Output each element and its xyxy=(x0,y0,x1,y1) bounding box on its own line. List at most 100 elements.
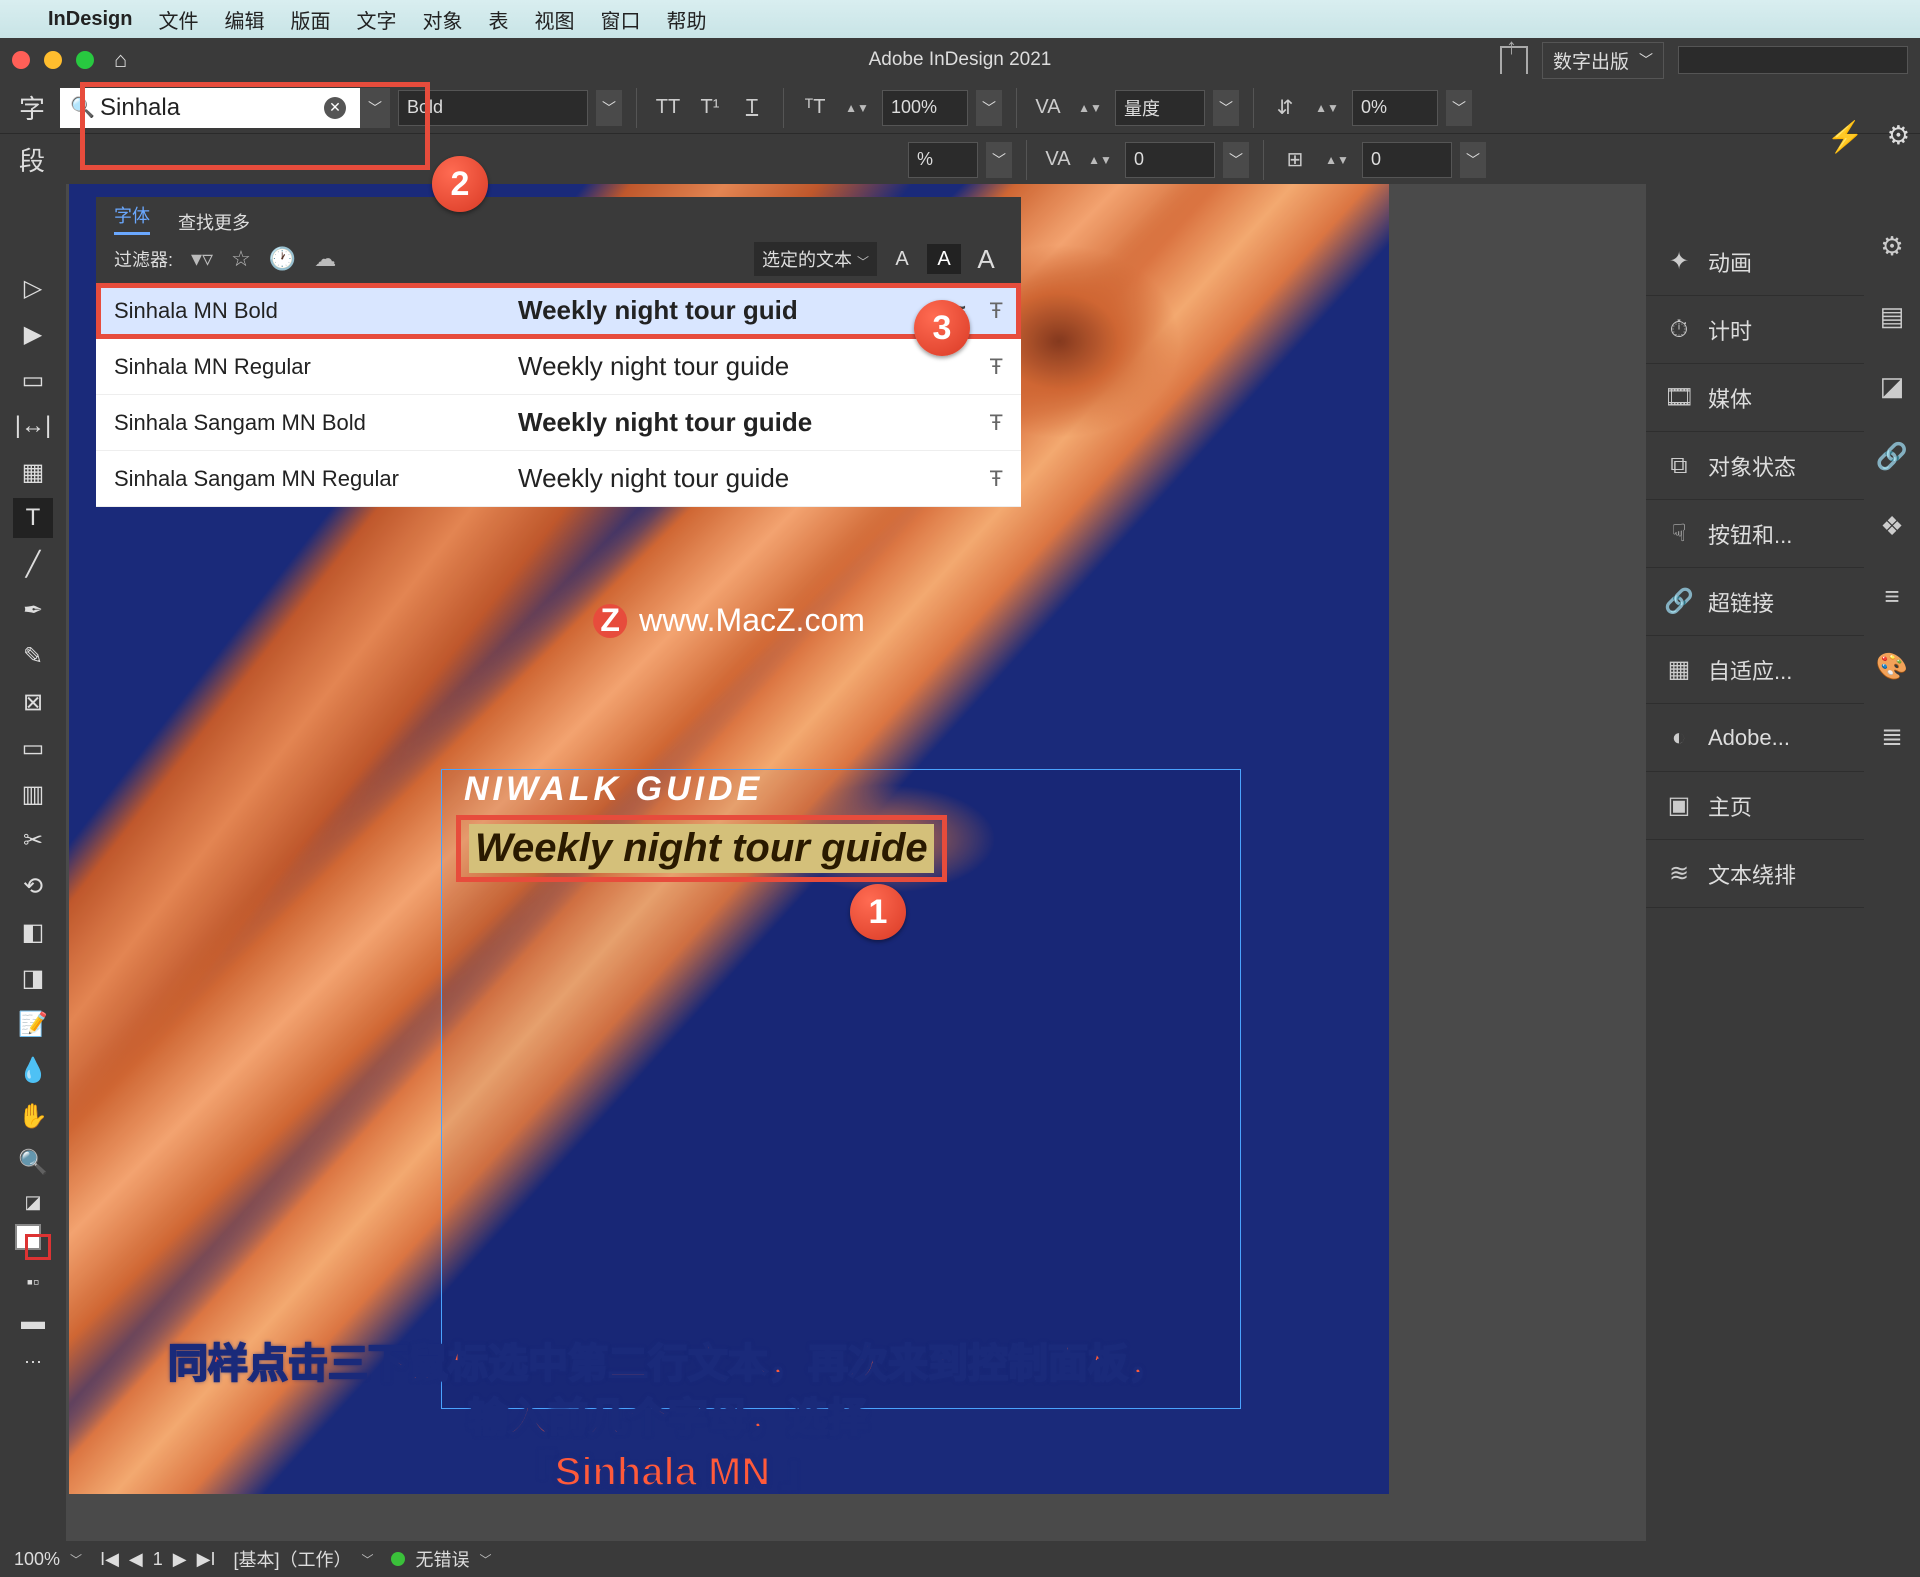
eyedropper-tool[interactable]: 💧 xyxy=(13,1050,53,1090)
menu-window[interactable]: 窗口 xyxy=(600,5,640,34)
font-result-item[interactable]: Sinhala Sangam MN Regular Weekly night t… xyxy=(96,451,1021,507)
settings-icon[interactable]: ⚙ xyxy=(1887,120,1910,151)
font-result-item[interactable]: Sinhala Sangam MN Bold Weekly night tour… xyxy=(96,395,1021,451)
stepper-icon[interactable]: ▲▼ xyxy=(1310,91,1344,125)
font-result-item[interactable]: Sinhala MN Bold Weekly night tour guid ≈… xyxy=(96,283,1021,339)
hand-tool[interactable]: ✋ xyxy=(13,1096,53,1136)
fill-stroke-swap[interactable]: ◪ xyxy=(13,1188,53,1216)
screen-mode[interactable]: ▬ xyxy=(13,1302,53,1342)
app-name[interactable]: InDesign xyxy=(48,8,132,31)
panel-media[interactable]: 🎞媒体 xyxy=(1646,364,1864,432)
line-tool[interactable]: ╱ xyxy=(13,544,53,584)
pen-tool[interactable]: ✒ xyxy=(13,590,53,630)
font-family-field[interactable]: 🔍 ✕ ﹀ xyxy=(60,88,390,128)
tracking-input[interactable] xyxy=(1125,142,1215,178)
panel-buttons[interactable]: ☟按钮和... xyxy=(1646,500,1864,568)
mini-swatches-icon[interactable]: ◪ xyxy=(1874,368,1910,404)
font-result-item[interactable]: Sinhala MN Regular Weekly night tour gui… xyxy=(96,339,1021,395)
recent-icon[interactable]: 🕐 xyxy=(269,246,296,272)
fontsize-input[interactable] xyxy=(882,90,968,126)
mini-stroke-icon[interactable]: ≡ xyxy=(1874,578,1910,614)
stepper-icon[interactable]: ▲▼ xyxy=(1320,143,1354,177)
scissors-tool[interactable]: ✂ xyxy=(13,820,53,860)
menu-help[interactable]: 帮助 xyxy=(666,5,706,34)
menu-file[interactable]: 文件 xyxy=(158,5,198,34)
baseline-input[interactable] xyxy=(1352,90,1438,126)
tab-find-more[interactable]: 查找更多 xyxy=(178,209,250,235)
underline-icon[interactable]: T xyxy=(735,91,769,125)
panel-animation[interactable]: ✦动画 xyxy=(1646,228,1864,296)
sample-size-large[interactable]: A xyxy=(969,244,1003,274)
frame-subtitle[interactable]: Weekly night tour guide xyxy=(469,824,934,873)
fontsize-chevron[interactable]: ﹀ xyxy=(976,90,1002,126)
preflight-status[interactable]: 无错误 ﹀ xyxy=(391,1546,491,1572)
mini-links-icon[interactable]: 🔗 xyxy=(1874,438,1910,474)
allcaps-icon[interactable]: TT xyxy=(651,91,685,125)
polygon-tool[interactable]: ▥ xyxy=(13,774,53,814)
panel-hyperlinks[interactable]: 🔗超链接 xyxy=(1646,568,1864,636)
kerning-input[interactable] xyxy=(1115,90,1205,126)
window-traffic-lights[interactable] xyxy=(12,51,94,69)
type-tool[interactable]: T xyxy=(13,498,53,538)
font-dropdown-chevron[interactable]: ﹀ xyxy=(360,88,390,128)
stepper-icon[interactable]: ▲▼ xyxy=(1073,91,1107,125)
gap-tool[interactable]: |↔| xyxy=(13,406,53,446)
note-tool[interactable]: 📝 xyxy=(13,1004,53,1044)
menu-layout[interactable]: 版面 xyxy=(290,5,330,34)
page-number[interactable]: 1 xyxy=(153,1549,163,1570)
frame-title[interactable]: NIWALK GUIDE xyxy=(442,770,1240,809)
character-tab[interactable]: 字 xyxy=(12,88,52,128)
superscript-icon[interactable]: T¹ xyxy=(693,91,727,125)
page-nav[interactable]: I◀ ◀ 1 ▶ ▶I xyxy=(100,1549,215,1570)
page-tool[interactable]: ▭ xyxy=(13,360,53,400)
direct-selection-tool[interactable]: ▶ xyxy=(13,314,53,354)
toolbox-more[interactable]: ⋯ xyxy=(13,1348,53,1376)
cloud-sync-icon[interactable]: ☁ xyxy=(314,246,336,272)
menu-edit[interactable]: 编辑 xyxy=(224,5,264,34)
share-icon[interactable] xyxy=(1500,46,1528,74)
close-icon[interactable] xyxy=(12,51,30,69)
paragraph-tab[interactable]: 段 xyxy=(12,140,52,180)
mac-menubar[interactable]: InDesign 文件 编辑 版面 文字 对象 表 视图 窗口 帮助 xyxy=(0,0,1920,38)
workspace-switcher[interactable]: 数字出版 ﹀ xyxy=(1542,42,1664,79)
rectangle-frame-tool[interactable]: ⊠ xyxy=(13,682,53,722)
stepper-icon[interactable]: ▲▼ xyxy=(1083,143,1117,177)
menu-object[interactable]: 对象 xyxy=(422,5,462,34)
pencil-tool[interactable]: ✎ xyxy=(13,636,53,676)
zoom-icon[interactable] xyxy=(76,51,94,69)
font-style-chevron[interactable]: ﹀ xyxy=(596,90,622,126)
kerning-chevron[interactable]: ﹀ xyxy=(1213,90,1239,126)
mini-color-icon[interactable]: 🎨 xyxy=(1874,648,1910,684)
funnel-icon[interactable]: ▾▿ xyxy=(191,246,213,272)
scale-input[interactable] xyxy=(908,142,978,178)
rectangle-tool[interactable]: ▭ xyxy=(13,728,53,768)
last-page-icon[interactable]: ▶I xyxy=(197,1549,216,1570)
baseline-chevron[interactable]: ﹀ xyxy=(1446,90,1472,126)
gpu-icon[interactable]: ⚡ xyxy=(1827,120,1864,155)
minimize-icon[interactable] xyxy=(44,51,62,69)
font-family-input[interactable] xyxy=(60,88,360,128)
panel-timing[interactable]: ⏱计时 xyxy=(1646,296,1864,364)
menu-type[interactable]: 文字 xyxy=(356,5,396,34)
zoom-tool[interactable]: 🔍 xyxy=(13,1142,53,1182)
grid-input[interactable] xyxy=(1362,142,1452,178)
mini-sliders-icon[interactable]: ⚙ xyxy=(1874,228,1910,264)
sample-size-small[interactable]: A xyxy=(885,244,919,274)
home-icon[interactable]: ⌂ xyxy=(114,47,127,73)
prev-page-icon[interactable]: ◀ xyxy=(129,1549,143,1570)
sample-text-select[interactable]: 选定的文本 ﹀ xyxy=(754,242,877,276)
clear-icon[interactable]: ✕ xyxy=(324,97,346,119)
apply-color[interactable]: ▪▫ xyxy=(13,1268,53,1296)
panel-liquid-layout[interactable]: ▦自适应... xyxy=(1646,636,1864,704)
gradient-feather-tool[interactable]: ◨ xyxy=(13,958,53,998)
next-page-icon[interactable]: ▶ xyxy=(173,1549,187,1570)
doc-preset[interactable]: [基本]（工作） ﹀ xyxy=(233,1546,373,1572)
stepper-icon[interactable]: ▲▼ xyxy=(840,91,874,125)
gradient-swatch-tool[interactable]: ◧ xyxy=(13,912,53,952)
panel-object-states[interactable]: ⧉对象状态 xyxy=(1646,432,1864,500)
tab-fonts[interactable]: 字体 xyxy=(114,202,150,235)
mini-slides-icon[interactable]: ▤ xyxy=(1874,298,1910,334)
zoom-control[interactable]: 100% ﹀ xyxy=(14,1549,82,1570)
content-collector-tool[interactable]: ▦ xyxy=(13,452,53,492)
menu-table[interactable]: 表 xyxy=(488,5,508,34)
